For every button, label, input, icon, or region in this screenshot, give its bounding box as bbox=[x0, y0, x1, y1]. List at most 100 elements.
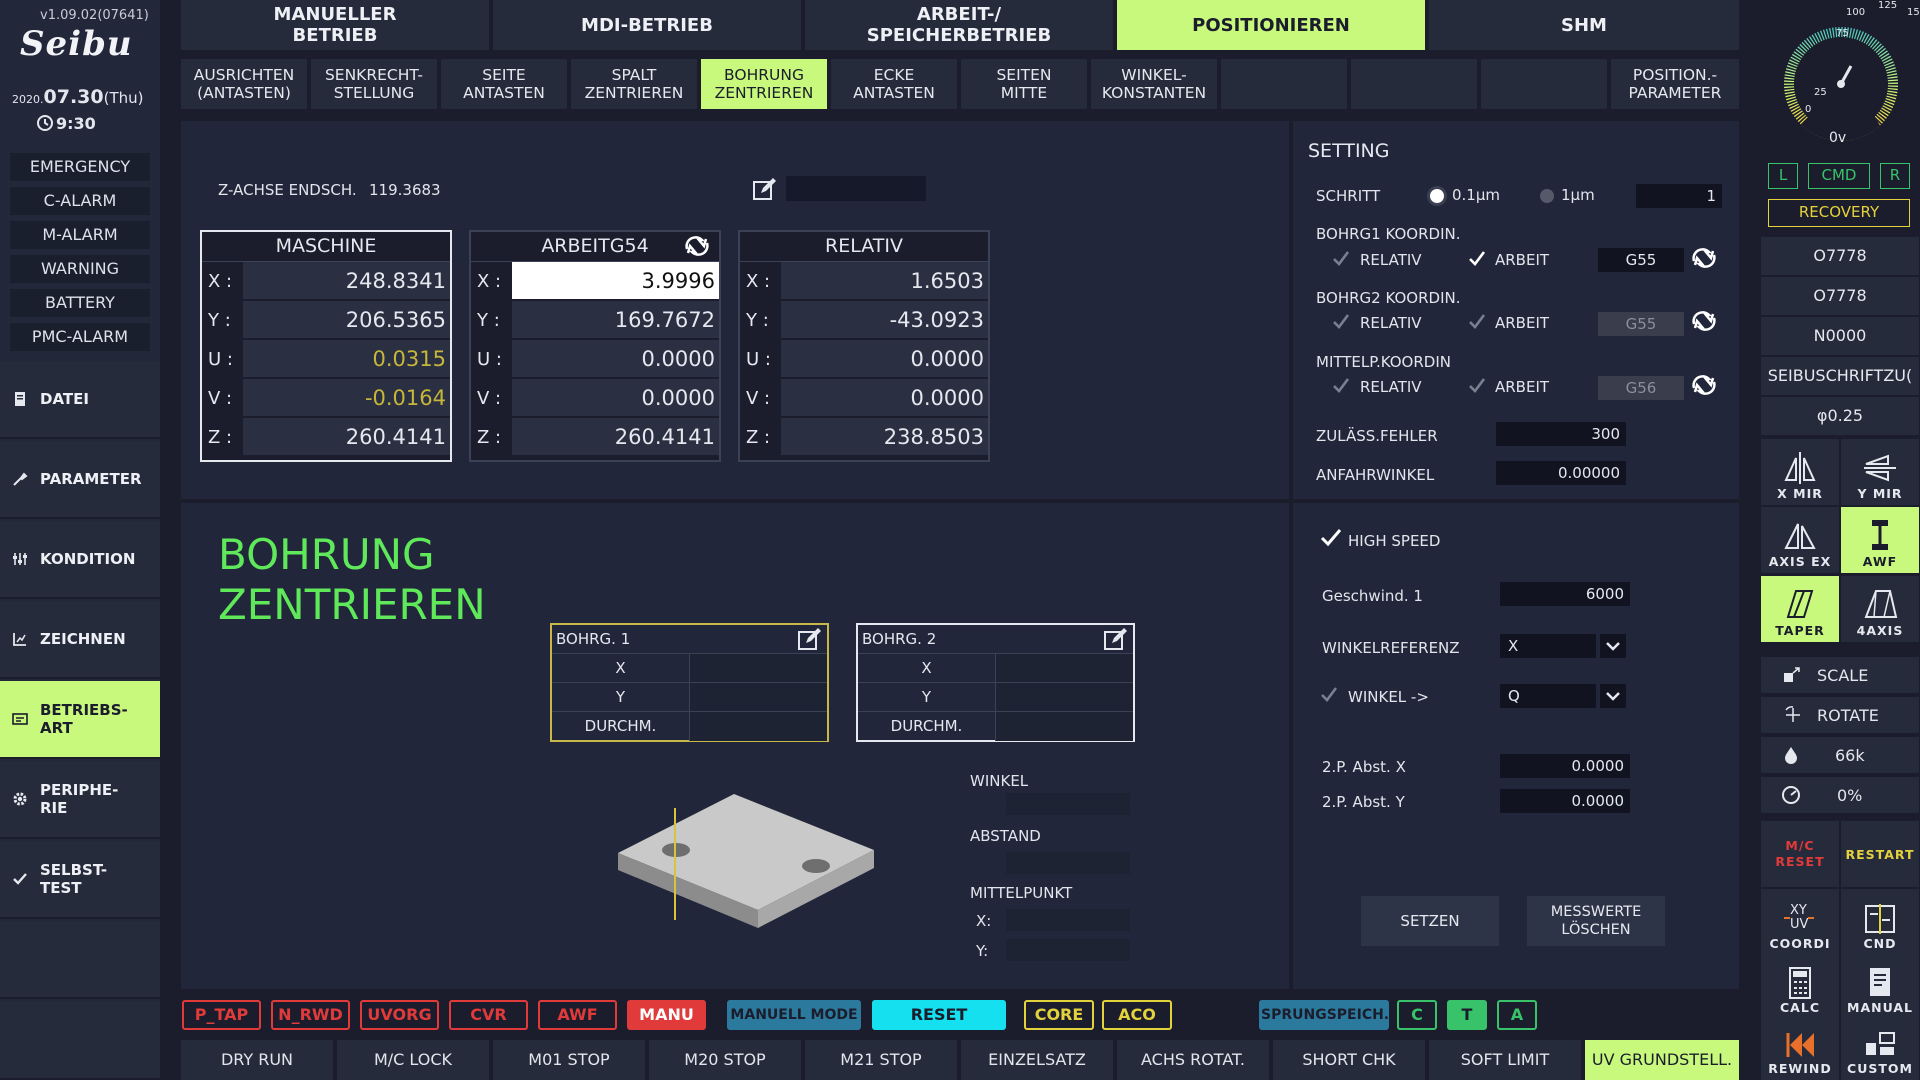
r-button[interactable]: R bbox=[1880, 163, 1910, 189]
tab-mdi-betrieb[interactable]: MDI-BETRIEB bbox=[493, 0, 803, 50]
schritt-radio-1[interactable] bbox=[1540, 189, 1554, 203]
tab-shm[interactable]: SHM bbox=[1429, 0, 1739, 50]
manual-button[interactable]: MANUAL bbox=[1841, 953, 1919, 1019]
relativ-z-value[interactable]: 238.8503 bbox=[781, 418, 988, 455]
einzelsatz-button[interactable]: EINZELSATZ bbox=[961, 1040, 1115, 1080]
custom-button[interactable]: CUSTOM bbox=[1841, 1017, 1919, 1080]
tab-manueller-betrieb[interactable]: MANUELLER BETRIEB bbox=[181, 0, 491, 50]
a-button[interactable]: A bbox=[1497, 1000, 1537, 1030]
subtab-bohrung-zentrieren[interactable]: BOHRUNG ZENTRIEREN bbox=[701, 59, 829, 109]
abst-x-input[interactable]: 0.0000 bbox=[1500, 754, 1630, 778]
anfahrwinkel-input[interactable]: 0.00000 bbox=[1496, 461, 1626, 485]
mc-lock-button[interactable]: M/C LOCK bbox=[337, 1040, 491, 1080]
arbeit-u-value[interactable]: 0.0000 bbox=[512, 340, 719, 377]
restart-button[interactable]: RESTART bbox=[1841, 821, 1919, 887]
4axis-button[interactable]: 4AXIS bbox=[1841, 576, 1919, 642]
subtab-winkel-konstanten[interactable]: WINKEL- KONSTANTEN bbox=[1091, 59, 1219, 109]
swap-icon[interactable] bbox=[1690, 309, 1718, 333]
reset-button[interactable]: RESET bbox=[872, 1000, 1006, 1030]
edit-icon[interactable] bbox=[752, 176, 780, 202]
checkbox-icon[interactable] bbox=[1332, 313, 1350, 331]
rotate-row[interactable]: ROTATE bbox=[1761, 697, 1919, 733]
rewind-button[interactable]: REWIND bbox=[1761, 1017, 1839, 1080]
y-mir-button[interactable]: Y MIR bbox=[1841, 439, 1919, 505]
checkbox-icon[interactable] bbox=[1468, 313, 1486, 331]
chevron-down-icon[interactable] bbox=[1600, 684, 1626, 708]
recovery-button[interactable]: RECOVERY bbox=[1768, 199, 1910, 227]
setzen-button[interactable]: SETZEN bbox=[1361, 896, 1499, 946]
checkbox-icon[interactable] bbox=[1320, 528, 1342, 550]
schritt-radio-01[interactable] bbox=[1430, 189, 1444, 203]
subtab-spalt-zentrieren[interactable]: SPALT ZENTRIEREN bbox=[571, 59, 699, 109]
t-button[interactable]: T bbox=[1447, 1000, 1487, 1030]
swap-icon[interactable] bbox=[683, 235, 711, 257]
bohrg1-x-value[interactable] bbox=[690, 654, 827, 682]
core-button[interactable]: CORE bbox=[1024, 1000, 1094, 1030]
awf-button[interactable]: AWF bbox=[538, 1000, 617, 1030]
nav-zeichnen[interactable]: ZEICHNEN bbox=[0, 601, 160, 679]
tab-arbeit-speicherbetrieb[interactable]: ARBEIT-/ SPEICHERBETRIEB bbox=[805, 0, 1115, 50]
cmd-button[interactable]: CMD bbox=[1808, 163, 1870, 189]
nav-betriebsart[interactable]: BETRIEBS- ART bbox=[0, 681, 160, 759]
m20-stop-button[interactable]: M20 STOP bbox=[649, 1040, 803, 1080]
dry-run-button[interactable]: DRY RUN bbox=[181, 1040, 335, 1080]
nav-peripherie[interactable]: PERIPHE- RIE bbox=[0, 761, 160, 839]
subtab-ausrichten[interactable]: AUSRICHTEN (ANTASTEN) bbox=[181, 59, 309, 109]
winkelreferenz-select[interactable]: X bbox=[1500, 634, 1596, 658]
winkel-select[interactable]: Q bbox=[1500, 684, 1596, 708]
m01-stop-button[interactable]: M01 STOP bbox=[493, 1040, 647, 1080]
bohrg1-y-value[interactable] bbox=[690, 683, 827, 711]
messwerte-loeschen-button[interactable]: MESSWERTE LÖSCHEN bbox=[1527, 896, 1665, 946]
soft-limit-button[interactable]: SOFT LIMIT bbox=[1429, 1040, 1583, 1080]
bohrg2-y-value[interactable] bbox=[996, 683, 1133, 711]
awf-icon-button[interactable]: AWF bbox=[1841, 507, 1919, 573]
manuell-mode-button[interactable]: MANUELL MODE bbox=[727, 1000, 861, 1030]
geschwind-input[interactable]: 6000 bbox=[1500, 582, 1630, 606]
checkbox-icon[interactable] bbox=[1332, 250, 1350, 268]
arbeit-y-value[interactable]: 169.7672 bbox=[512, 301, 719, 338]
coordi-button[interactable]: XY UV COORDI bbox=[1761, 889, 1839, 955]
checkbox-icon[interactable] bbox=[1320, 686, 1338, 704]
nav-parameter[interactable]: PARAMETER bbox=[0, 441, 160, 519]
arbeit-x-value[interactable]: 3.9996 bbox=[512, 262, 719, 299]
subtab-seiten-mitte[interactable]: SEITEN MITTE bbox=[961, 59, 1089, 109]
g-select-1[interactable]: G55 bbox=[1598, 248, 1684, 272]
schritt-input[interactable]: 1 bbox=[1636, 184, 1722, 208]
checkbox-icon[interactable] bbox=[1468, 377, 1486, 395]
relativ-y-value[interactable]: -43.0923 bbox=[781, 301, 988, 338]
n-rwd-button[interactable]: N_RWD bbox=[271, 1000, 350, 1030]
aco-button[interactable]: ACO bbox=[1102, 1000, 1172, 1030]
x-mir-button[interactable]: X MIR bbox=[1761, 439, 1839, 505]
bohrg1-d-value[interactable] bbox=[690, 712, 827, 741]
checkbox-icon[interactable] bbox=[1468, 250, 1486, 268]
uv-grundstell-button[interactable]: UV GRUNDSTELL. bbox=[1585, 1040, 1739, 1080]
checkbox-icon[interactable] bbox=[1332, 377, 1350, 395]
relativ-v-value[interactable]: 0.0000 bbox=[781, 379, 988, 416]
taper-button[interactable]: TAPER bbox=[1761, 576, 1839, 642]
uvorg-button[interactable]: UVORG bbox=[360, 1000, 439, 1030]
l-button[interactable]: L bbox=[1768, 163, 1798, 189]
bohrg2-x-value[interactable] bbox=[996, 654, 1133, 682]
chevron-down-icon[interactable] bbox=[1600, 634, 1626, 658]
abst-y-input[interactable]: 0.0000 bbox=[1500, 789, 1630, 813]
arbeit-v-value[interactable]: 0.0000 bbox=[512, 379, 719, 416]
relativ-u-value[interactable]: 0.0000 bbox=[781, 340, 988, 377]
calc-button[interactable]: CALC bbox=[1761, 953, 1839, 1019]
subtab-position-parameter[interactable]: POSITION.- PARAMETER bbox=[1611, 59, 1739, 109]
mc-reset-button[interactable]: M/C RESET bbox=[1761, 821, 1839, 887]
edit-icon[interactable] bbox=[797, 627, 823, 651]
c-button[interactable]: C bbox=[1397, 1000, 1437, 1030]
cvr-button[interactable]: CVR bbox=[449, 1000, 528, 1030]
swap-icon[interactable] bbox=[1690, 246, 1718, 270]
achs-rotat-button[interactable]: ACHS ROTAT. bbox=[1117, 1040, 1271, 1080]
subtab-ecke-antasten[interactable]: ECKE ANTASTEN bbox=[831, 59, 959, 109]
z-endsch-input[interactable] bbox=[786, 176, 926, 201]
nav-selbsttest[interactable]: SELBST- TEST bbox=[0, 841, 160, 919]
subtab-seite-antasten[interactable]: SEITE ANTASTEN bbox=[441, 59, 569, 109]
nav-kondition[interactable]: KONDITION bbox=[0, 521, 160, 599]
p-tap-button[interactable]: P_TAP bbox=[182, 1000, 261, 1030]
manu-button[interactable]: MANU bbox=[627, 1000, 706, 1030]
arbeit-z-value[interactable]: 260.4141 bbox=[512, 418, 719, 455]
scale-row[interactable]: SCALE bbox=[1761, 657, 1919, 693]
bohrg2-d-value[interactable] bbox=[996, 712, 1133, 741]
